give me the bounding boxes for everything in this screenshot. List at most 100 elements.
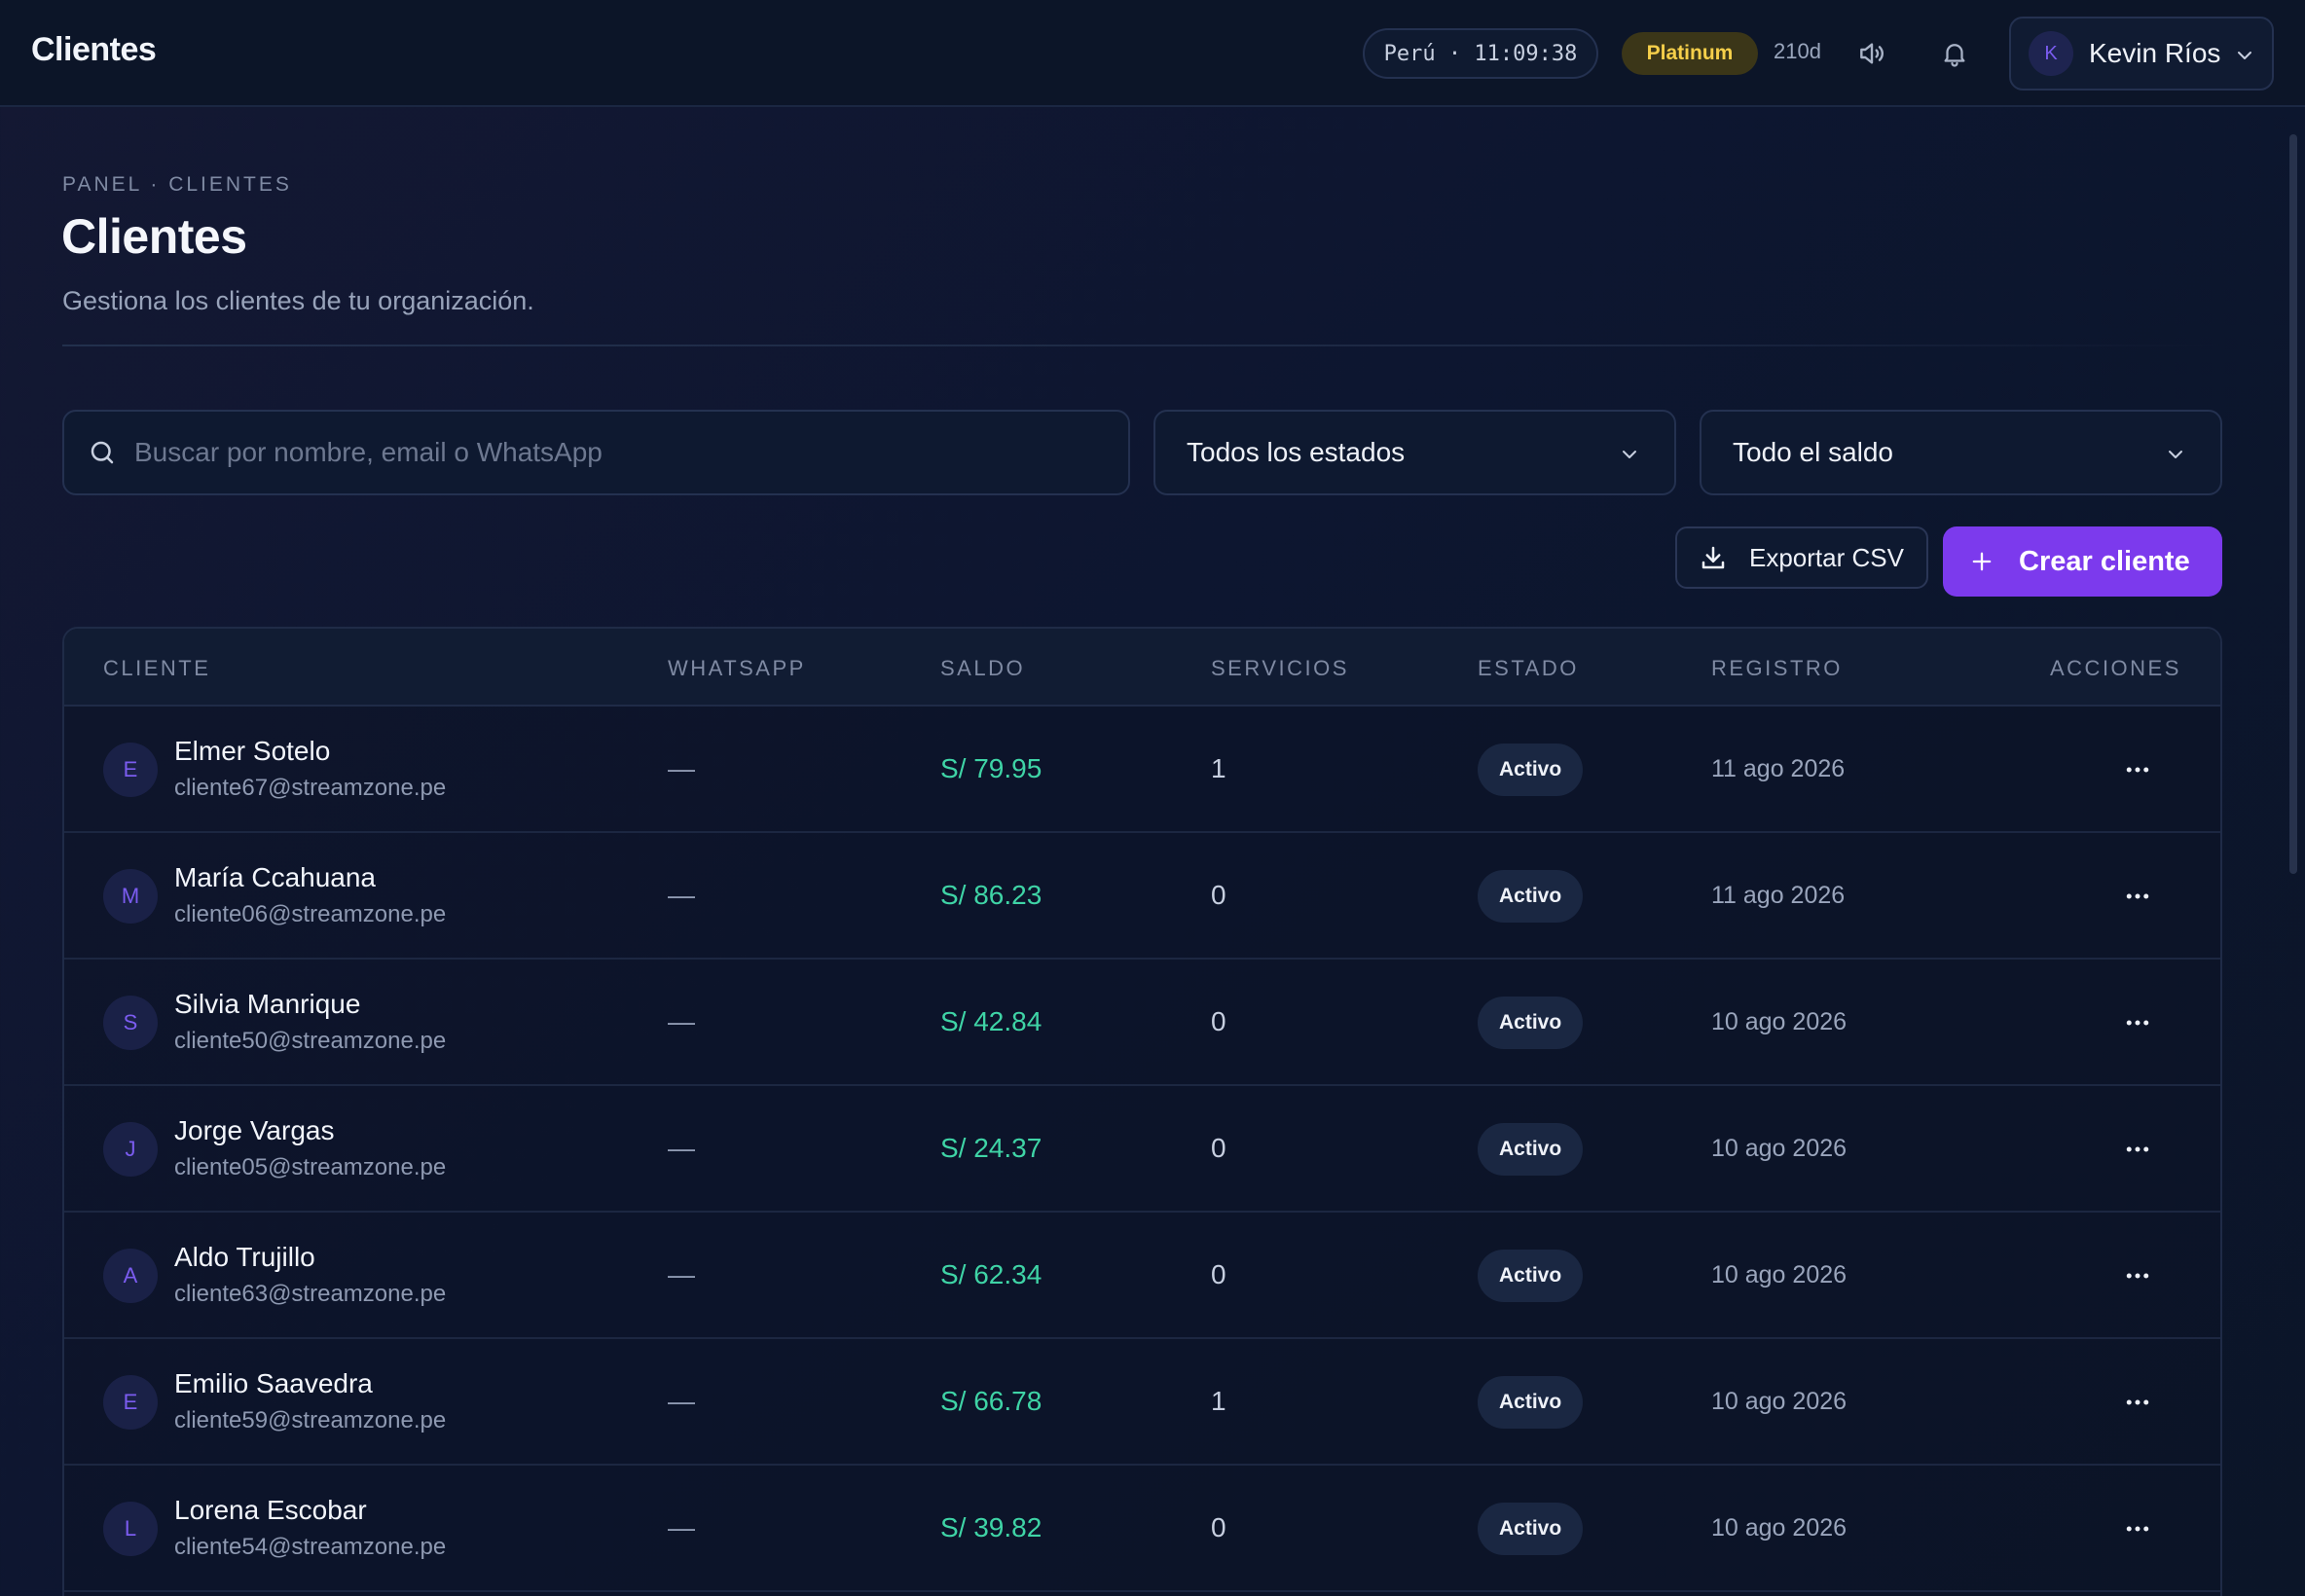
clients-table: CLIENTE WHATSAPP SALDO SERVICIOS ESTADO … — [62, 627, 2222, 1596]
client-avatar: L — [103, 1502, 158, 1556]
column-header-servicios[interactable]: SERVICIOS — [1211, 656, 1349, 681]
search-icon — [91, 441, 114, 464]
status-badge: Activo — [1478, 997, 1584, 1049]
client-registration-date: 10 ago 2026 — [1711, 1135, 1848, 1162]
row-actions-button[interactable] — [2118, 1256, 2157, 1295]
top-bar: Clientes Perú · 11:09:38 Platinum 210d K… — [0, 0, 2305, 107]
client-registration-date: 11 ago 2026 — [1711, 755, 1846, 782]
table-header: CLIENTE WHATSAPP SALDO SERVICIOS ESTADO … — [64, 629, 2220, 707]
client-email: cliente54@streamzone.pe — [174, 1534, 447, 1560]
breadcrumb: PANEL · CLIENTES — [62, 173, 292, 196]
export-csv-label: Exportar CSV — [1749, 542, 1904, 572]
client-name[interactable]: Jorge Vargas — [174, 1115, 334, 1146]
column-header-whatsapp[interactable]: WHATSAPP — [668, 656, 806, 681]
balance-filter-value: Todo el saldo — [1733, 437, 1894, 467]
row-actions-button[interactable] — [2118, 877, 2157, 916]
notifications-button[interactable] — [1932, 31, 1977, 76]
table-row[interactable]: S Silvia Manrique cliente50@streamzone.p… — [64, 960, 2220, 1086]
avatar: K — [2029, 31, 2073, 76]
chevron-down-icon — [2238, 52, 2251, 59]
column-header-registro[interactable]: REGISTRO — [1711, 656, 1843, 681]
table-row[interactable]: M María Ccahuana cliente06@streamzone.pe… — [64, 833, 2220, 960]
user-menu[interactable]: K Kevin Ríos — [2009, 17, 2274, 91]
client-name[interactable]: Emilio Saavedra — [174, 1368, 373, 1399]
plus-icon — [1972, 552, 1992, 571]
client-whatsapp: — — [668, 880, 695, 910]
client-registration-date: 10 ago 2026 — [1711, 1008, 1848, 1035]
more-horizontal-icon — [2126, 767, 2149, 773]
status-badge: Activo — [1478, 1250, 1584, 1302]
speaker-icon — [1860, 43, 1884, 64]
client-registration-date: 10 ago 2026 — [1711, 1388, 1848, 1415]
client-balance: S/ 24.37 — [940, 1133, 1043, 1163]
chevron-down-icon — [2169, 451, 2182, 458]
search-input[interactable] — [134, 437, 1088, 468]
column-header-saldo[interactable]: SALDO — [940, 656, 1025, 681]
client-balance: S/ 39.82 — [940, 1512, 1043, 1542]
table-row[interactable]: E Elmer Sotelo cliente67@streamzone.pe —… — [64, 707, 2220, 833]
row-actions-button[interactable] — [2118, 1003, 2157, 1042]
more-horizontal-icon — [2126, 1273, 2149, 1279]
client-services-count: 0 — [1211, 1006, 1226, 1036]
client-name[interactable]: María Ccahuana — [174, 862, 376, 893]
client-name[interactable]: Aldo Trujillo — [174, 1242, 315, 1273]
client-avatar: A — [103, 1249, 158, 1303]
column-header-acciones: ACCIONES — [2050, 656, 2181, 680]
client-services-count: 0 — [1211, 1259, 1226, 1289]
more-horizontal-icon — [2126, 1020, 2149, 1026]
more-horizontal-icon — [2126, 893, 2149, 899]
column-header-cliente[interactable]: CLIENTE — [103, 656, 210, 681]
status-badge: Activo — [1478, 1503, 1584, 1555]
chevron-down-icon — [1623, 451, 1636, 458]
download-icon — [1701, 546, 1725, 569]
more-horizontal-icon — [2126, 1399, 2149, 1405]
column-header-estado[interactable]: ESTADO — [1478, 656, 1579, 681]
client-avatar: M — [103, 869, 158, 924]
status-badge: Activo — [1478, 744, 1584, 796]
client-email: cliente05@streamzone.pe — [174, 1154, 447, 1180]
client-name[interactable]: Lorena Escobar — [174, 1495, 367, 1526]
client-balance: S/ 86.23 — [940, 880, 1043, 910]
scrollbar-thumb[interactable] — [2289, 134, 2297, 874]
table-row[interactable]: L Lorena Escobar cliente54@streamzone.pe… — [64, 1466, 2220, 1592]
client-avatar: E — [103, 1375, 158, 1430]
client-registration-date: 11 ago 2026 — [1711, 882, 1846, 909]
table-row[interactable]: E Emilio Saavedra cliente59@streamzone.p… — [64, 1339, 2220, 1466]
balance-filter-select[interactable]: Todo el saldo — [1700, 410, 2222, 495]
client-avatar: S — [103, 996, 158, 1050]
create-client-button[interactable]: Crear cliente — [1943, 526, 2222, 597]
status-badge: Activo — [1478, 870, 1584, 923]
client-services-count: 0 — [1211, 880, 1226, 910]
export-csv-button[interactable]: Exportar CSV — [1675, 526, 1928, 589]
row-actions-button[interactable] — [2118, 1383, 2157, 1422]
plan-badge: Platinum — [1622, 32, 1758, 75]
clock-display: Perú · 11:09:38 — [1363, 28, 1598, 79]
client-balance: S/ 42.84 — [940, 1006, 1043, 1036]
create-client-label: Crear cliente — [2019, 545, 2190, 577]
client-email: cliente63@streamzone.pe — [174, 1281, 447, 1307]
table-row[interactable]: J Jorge Vargas cliente05@streamzone.pe —… — [64, 1086, 2220, 1213]
table-row[interactable]: A Aldo Trujillo cliente63@streamzone.pe … — [64, 1213, 2220, 1339]
client-whatsapp: — — [668, 1259, 695, 1289]
row-actions-button[interactable] — [2118, 750, 2157, 789]
status-filter-select[interactable]: Todos los estados — [1153, 410, 1676, 495]
row-actions-button[interactable] — [2118, 1130, 2157, 1169]
client-email: cliente59@streamzone.pe — [174, 1407, 447, 1433]
client-email: cliente67@streamzone.pe — [174, 775, 447, 801]
search-box[interactable] — [62, 410, 1130, 495]
client-name[interactable]: Elmer Sotelo — [174, 736, 330, 767]
status-filter-value: Todos los estados — [1187, 437, 1406, 467]
client-services-count: 0 — [1211, 1133, 1226, 1163]
client-name[interactable]: Silvia Manrique — [174, 989, 360, 1020]
sound-button[interactable] — [1849, 31, 1894, 76]
row-actions-button[interactable] — [2118, 1509, 2157, 1548]
client-services-count: 0 — [1211, 1512, 1226, 1542]
status-badge: Activo — [1478, 1376, 1584, 1429]
divider — [62, 345, 2223, 346]
client-balance: S/ 62.34 — [940, 1259, 1043, 1289]
client-balance: S/ 79.95 — [940, 753, 1043, 783]
user-name: Kevin Ríos — [2089, 38, 2221, 68]
days-remaining: 210d — [1774, 39, 1821, 63]
client-registration-date: 10 ago 2026 — [1711, 1514, 1848, 1542]
page-title: Clientes — [61, 209, 247, 264]
